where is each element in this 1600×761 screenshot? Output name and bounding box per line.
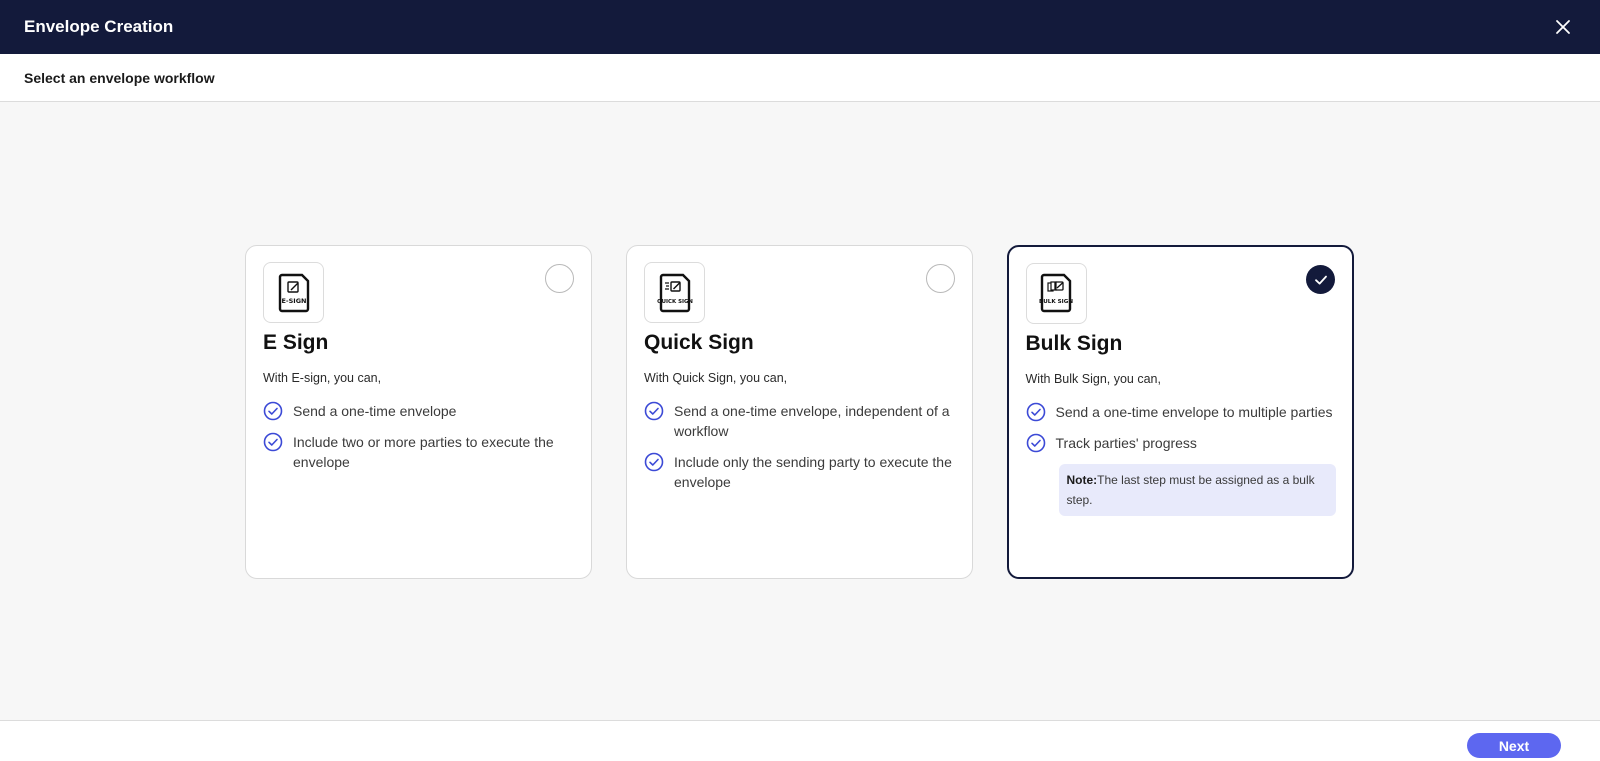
bulk-sign-document-icon: BULK SIGN <box>1025 262 1087 324</box>
quick-sign-document-icon: QUICK SIGN <box>644 262 705 323</box>
note-box: Note:The last step must be assigned as a… <box>1058 463 1336 516</box>
feature-text: Send a one-time envelope <box>293 403 457 419</box>
feature-text: Include only the sending party to execut… <box>674 454 952 490</box>
dialog-title: Envelope Creation <box>24 17 174 36</box>
check-circle-icon <box>1026 402 1045 421</box>
feature-item: Include only the sending party to execut… <box>644 452 955 492</box>
feature-item: Send a one-time envelope, independent of… <box>644 401 955 441</box>
card-title: Quick Sign <box>644 331 754 354</box>
feature-text: Send a one-time envelope to multiple par… <box>1055 403 1333 420</box>
card-intro: With E-sign, you can, <box>263 371 382 385</box>
footer-bar: Next <box>0 720 1600 761</box>
close-icon <box>1556 20 1570 34</box>
check-circle-icon <box>263 401 283 421</box>
card-title: Bulk Sign <box>1025 331 1123 355</box>
svg-text:BULK SIGN: BULK SIGN <box>1039 299 1073 305</box>
next-button[interactable]: Next <box>1467 733 1561 758</box>
check-circle-icon <box>644 452 664 472</box>
feature-item: Track parties' progress <box>1026 433 1336 453</box>
note-label: Note: <box>1066 472 1098 487</box>
card-title: E Sign <box>263 331 329 354</box>
radio-bulk-sign[interactable] <box>1306 265 1335 294</box>
checkmark-icon <box>1314 275 1327 284</box>
check-circle-icon <box>1026 433 1045 452</box>
check-circle-icon <box>263 432 283 452</box>
feature-text: Send a one-time envelope, independent of… <box>674 403 950 439</box>
note-text: The last step must be assigned as a bulk… <box>1066 472 1315 507</box>
radio-quick-sign[interactable] <box>926 264 955 293</box>
workflow-card-quick-sign[interactable]: QUICK SIGN Quick Sign With Quick Sign, y… <box>626 245 973 579</box>
feature-list: Send a one-time envelope Include two or … <box>263 401 574 472</box>
workflow-card-bulk-sign[interactable]: BULK SIGN Bulk Sign With Bulk Sign, you … <box>1007 245 1354 579</box>
card-intro: With Bulk Sign, you can, <box>1025 371 1161 386</box>
feature-text: Include two or more parties to execute t… <box>293 434 554 470</box>
check-circle-icon <box>644 401 664 421</box>
page-title: Select an envelope workflow <box>24 69 215 86</box>
esign-document-icon: E-SIGN <box>263 262 324 323</box>
svg-text:E-SIGN: E-SIGN <box>281 297 306 305</box>
feature-list: Send a one-time envelope, independent of… <box>644 401 955 492</box>
subheader: Select an envelope workflow <box>0 54 1600 102</box>
feature-item: Send a one-time envelope to multiple par… <box>1026 402 1336 422</box>
card-intro: With Quick Sign, you can, <box>644 371 788 385</box>
svg-text:QUICK SIGN: QUICK SIGN <box>657 299 693 305</box>
feature-text: Track parties' progress <box>1055 434 1197 451</box>
header-bar: Envelope Creation <box>0 0 1600 54</box>
feature-item: Include two or more parties to execute t… <box>263 432 574 472</box>
workflow-card-esign[interactable]: E-SIGN E Sign With E-sign, you can, Send… <box>245 245 592 579</box>
radio-esign[interactable] <box>545 264 574 293</box>
close-button[interactable] <box>1550 14 1576 40</box>
feature-list: Send a one-time envelope to multiple par… <box>1026 402 1336 453</box>
feature-item: Send a one-time envelope <box>263 401 574 421</box>
